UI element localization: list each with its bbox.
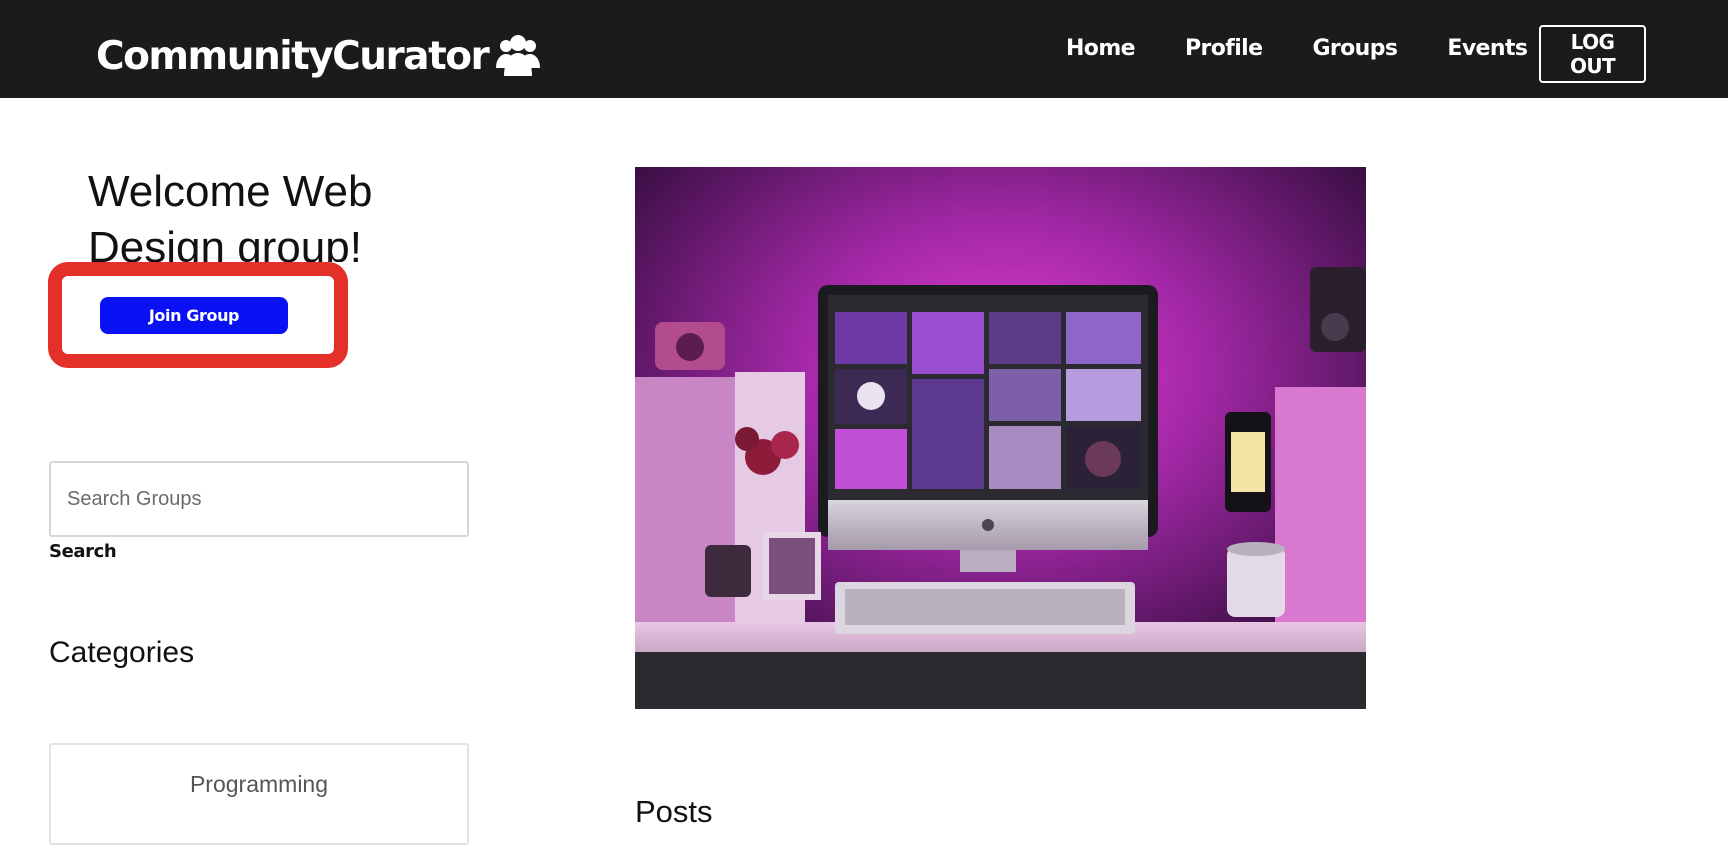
search-groups-input[interactable]	[49, 461, 469, 537]
nav-groups-link[interactable]: Groups	[1312, 36, 1398, 61]
logout-button[interactable]: LOG OUT	[1539, 25, 1646, 83]
group-hero-image	[635, 167, 1366, 709]
nav-home-link[interactable]: Home	[1066, 36, 1136, 61]
brand-logo[interactable]: CommunityCurator	[96, 32, 544, 80]
welcome-heading: Welcome Web Design group!	[88, 167, 373, 262]
users-group-icon	[496, 35, 541, 76]
navbar: CommunityCurator Home Profile Groups Eve…	[0, 0, 1728, 98]
nav-events-link[interactable]: Events	[1447, 36, 1528, 61]
hero-illustration	[635, 167, 1366, 709]
categories-heading: Categories	[49, 636, 195, 669]
brand-name: CommunityCurator	[96, 33, 490, 79]
category-programming[interactable]: Programming	[49, 743, 469, 845]
main-nav: Home Profile Groups Events	[1066, 36, 1577, 61]
search-button[interactable]: Search	[49, 541, 117, 562]
category-label: Programming	[189, 771, 329, 797]
join-group-button[interactable]: Join Group	[100, 297, 288, 334]
nav-profile-link[interactable]: Profile	[1185, 36, 1263, 61]
posts-heading: Posts	[635, 794, 713, 829]
